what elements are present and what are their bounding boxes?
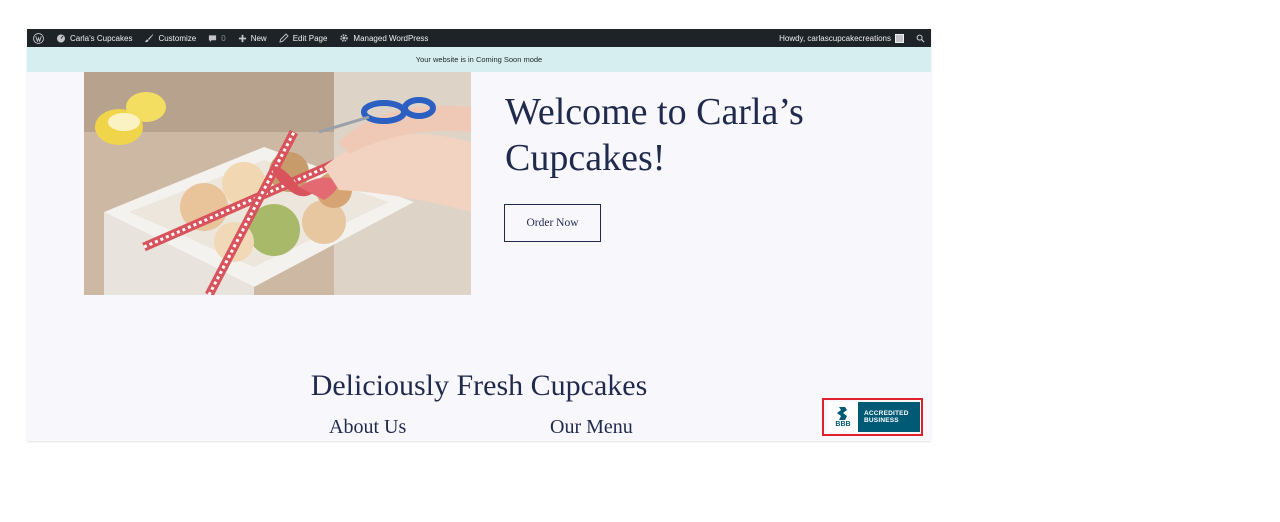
nav-about-us[interactable]: About Us <box>329 416 406 439</box>
site-name-menu[interactable]: Carla's Cupcakes <box>50 29 138 47</box>
bbb-line-2: BUSINESS <box>864 417 899 424</box>
new-content-button[interactable]: New <box>232 29 273 47</box>
bbb-logo-text: BBB <box>835 420 851 428</box>
page-title: Welcome to Carla’s Cupcakes! <box>505 91 804 179</box>
cupcake-box-photo <box>84 72 471 295</box>
howdy-label: Howdy, carlascupcakecreations <box>779 33 891 43</box>
wordpress-icon <box>33 32 44 44</box>
order-now-button[interactable]: Order Now <box>504 204 601 242</box>
search-icon <box>916 34 925 43</box>
bbb-logo: BBB <box>828 402 858 432</box>
plus-icon <box>238 34 246 42</box>
wp-admin-bar: Carla's Cupcakes Customize 0 New Edit Pa… <box>27 29 931 47</box>
cupcake-box-illustration <box>84 72 471 295</box>
brush-icon <box>144 34 154 43</box>
customize-label: Customize <box>158 33 197 43</box>
pencil-icon <box>279 33 289 43</box>
managed-label: Managed WordPress <box>353 33 429 43</box>
nav-our-menu[interactable]: Our Menu <box>550 416 633 439</box>
wordpress-logo-button[interactable] <box>27 29 50 47</box>
dashboard-icon <box>57 34 65 43</box>
edit-page-label: Edit Page <box>292 33 328 43</box>
bbb-torch-icon <box>837 406 847 420</box>
bbb-line-1: ACCREDITED <box>864 409 909 417</box>
coming-soon-text: Your website is in Coming Soon mode <box>415 55 543 64</box>
admin-search-button[interactable] <box>910 29 931 47</box>
section-heading: Deliciously Fresh Cupcakes <box>310 369 648 402</box>
coming-soon-notice: Your website is in Coming Soon mode <box>27 47 931 72</box>
gear-icon <box>340 34 349 42</box>
browser-viewport: Carla's Cupcakes Customize 0 New Edit Pa… <box>27 29 931 441</box>
bbb-text-block: ACCREDITED BUSINESS <box>858 410 909 425</box>
bbb-accredited-badge[interactable]: BBB ACCREDITED BUSINESS <box>828 402 920 432</box>
customize-button[interactable]: Customize <box>138 29 202 47</box>
comments-count: 0 <box>221 33 226 43</box>
account-menu[interactable]: Howdy, carlascupcakecreations <box>773 29 910 47</box>
site-name-label: Carla's Cupcakes <box>70 33 133 43</box>
avatar <box>895 33 904 43</box>
managed-wordpress-button[interactable]: Managed WordPress <box>333 29 434 47</box>
comment-icon <box>209 34 217 42</box>
comments-button[interactable]: 0 <box>202 29 231 47</box>
edit-page-button[interactable]: Edit Page <box>273 29 334 47</box>
new-label: New <box>250 33 267 43</box>
